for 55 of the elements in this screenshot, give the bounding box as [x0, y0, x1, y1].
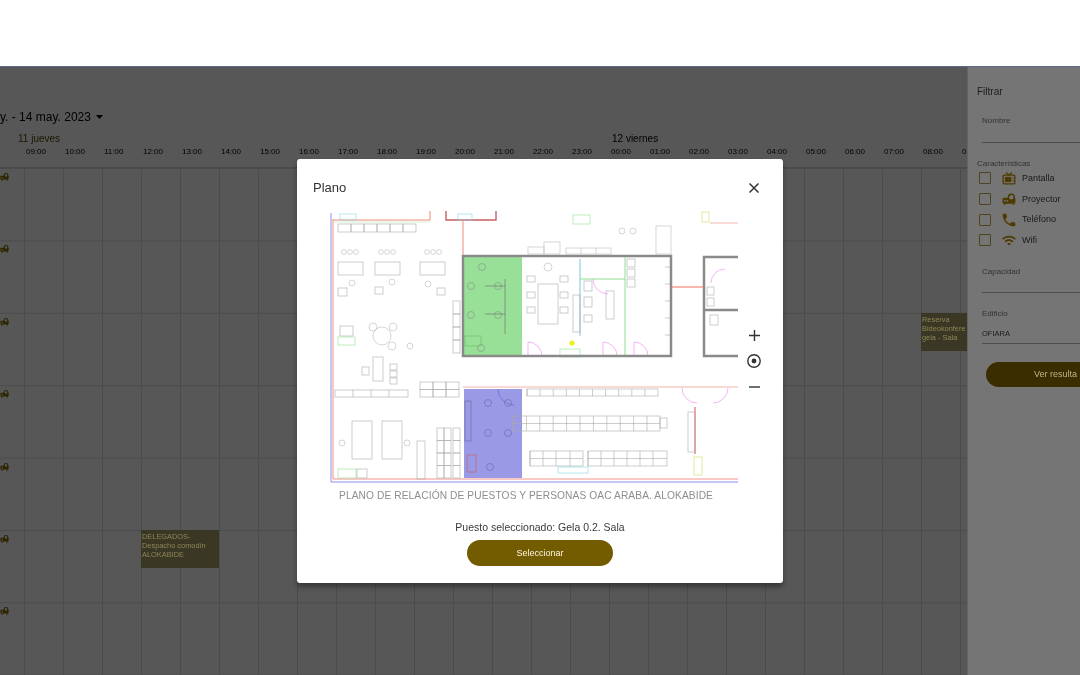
time-label: 14:00 — [221, 147, 242, 156]
dialog-title: Plano — [313, 180, 347, 196]
time-label: 23:00 — [572, 147, 593, 156]
panel-title: Filtrar — [977, 86, 1003, 98]
caret-icon — [95, 115, 103, 119]
date-range-button[interactable]: y. - 14 may. 2023 — [0, 109, 103, 125]
time-label: 11:00 — [104, 147, 124, 156]
time-label: 0 — [962, 147, 967, 156]
dot-icon — [569, 340, 575, 346]
time-label: 12:00 — [143, 147, 164, 156]
checkbox-label[interactable]: Pantalla — [1022, 172, 1055, 184]
checkbox[interactable] — [979, 213, 991, 226]
phone-icon — [1002, 212, 1016, 227]
checkbox-label[interactable]: Wifi — [1022, 234, 1037, 246]
checkbox[interactable] — [979, 193, 991, 206]
time-label: 07:00 — [884, 147, 905, 156]
target-icon[interactable] — [747, 354, 761, 368]
time-label: 02:00 — [689, 147, 710, 156]
time-label: 05:00 — [806, 147, 827, 156]
input-field[interactable]: Nombre — [982, 114, 1080, 143]
tv-icon — [1002, 171, 1016, 186]
time-label: 19:00 — [416, 147, 437, 156]
minus-icon[interactable] — [748, 386, 760, 388]
checkbox-label[interactable]: Proyector — [1022, 193, 1061, 205]
time-label: 03:00 — [728, 147, 749, 156]
time-label: 00:00 — [611, 147, 632, 156]
time-label: 06:00 — [845, 147, 866, 156]
results-button[interactable]: Ver resulta — [986, 361, 1080, 387]
plus-icon[interactable] — [748, 330, 760, 341]
time-label: 16:00 — [299, 147, 320, 156]
projector-icon — [1002, 192, 1016, 207]
time-label: 21:00 — [494, 147, 515, 156]
time-label: 15:00 — [260, 147, 281, 156]
time-label: 09:00 — [26, 147, 47, 156]
close-icon[interactable] — [749, 183, 759, 193]
time-label: 13:00 — [182, 147, 203, 156]
time-label: 10:00 — [65, 147, 86, 156]
time-label: 17:00 — [338, 147, 359, 156]
day-header: 12 viernes — [612, 133, 659, 145]
plan-caption: PLANO DE RELACIÓN DE PUESTOS Y PERSONAS OAC ARABA. ALOKABIDE — [339, 488, 713, 503]
time-label: 08:00 — [923, 147, 944, 156]
select-button[interactable]: Seleccionar — [467, 540, 613, 566]
time-label: 20:00 — [455, 147, 476, 156]
selection-text: Puesto seleccionado: Gela 0.2. Sala — [455, 521, 625, 533]
wifi-icon — [1002, 234, 1016, 246]
time-label: 22:00 — [533, 147, 554, 156]
checkbox[interactable] — [979, 172, 991, 185]
checkbox-label[interactable]: Teléfono — [1022, 214, 1057, 226]
checkbox[interactable] — [979, 234, 991, 247]
room-area[interactable] — [464, 389, 522, 478]
day-header: 11 jueves — [18, 133, 61, 145]
room-area[interactable] — [464, 257, 522, 356]
time-label: 18:00 — [377, 147, 398, 156]
time-label: 01:00 — [650, 147, 671, 156]
time-label: 04:00 — [767, 147, 788, 156]
